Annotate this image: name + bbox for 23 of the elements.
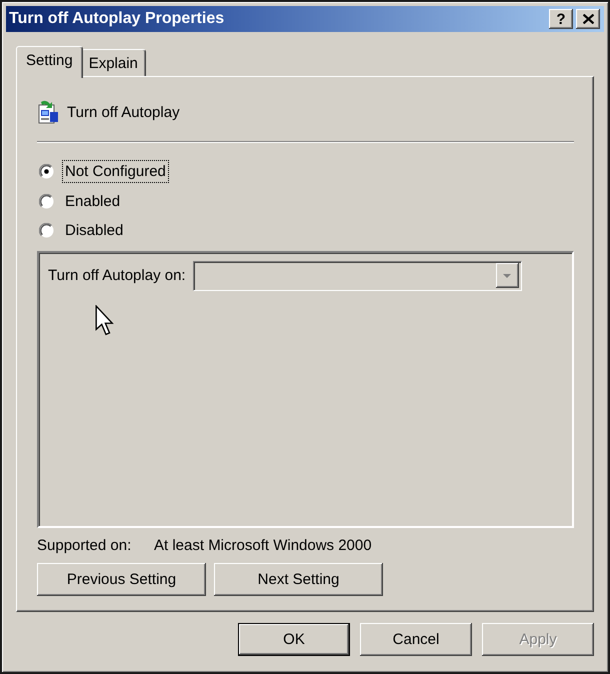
radio-label[interactable]: Not Configured (62, 160, 169, 184)
dialog-button[interactable]: Cancel (360, 622, 472, 656)
policy-name: Turn off Autoplay (67, 104, 180, 120)
supported-on-label: Supported on: (37, 537, 132, 554)
close-button[interactable] (576, 9, 600, 29)
nav-button[interactable]: Next Setting (214, 562, 383, 596)
radio-button[interactable] (39, 194, 54, 209)
caret-down-icon (502, 272, 512, 278)
radio-button[interactable] (39, 164, 54, 180)
radio-button[interactable] (39, 223, 54, 238)
supported-on-value: At least Microsoft Windows 2000 (154, 537, 372, 554)
document-icon (37, 100, 59, 124)
dropdown-label: Turn off Autoplay on: (48, 267, 186, 284)
tab[interactable]: Explain (80, 49, 146, 76)
tab[interactable]: Setting (16, 46, 83, 78)
radio-label[interactable]: Enabled (62, 190, 124, 213)
nav-button[interactable]: Previous Setting (37, 562, 206, 596)
window-title: Turn off Autoplay Properties (9, 10, 224, 28)
radio-label[interactable]: Disabled (62, 219, 126, 242)
close-icon (582, 14, 594, 24)
dialog-button[interactable]: OK (238, 622, 350, 656)
mouse-pointer-icon (95, 304, 114, 336)
help-button[interactable]: ? (549, 9, 573, 29)
